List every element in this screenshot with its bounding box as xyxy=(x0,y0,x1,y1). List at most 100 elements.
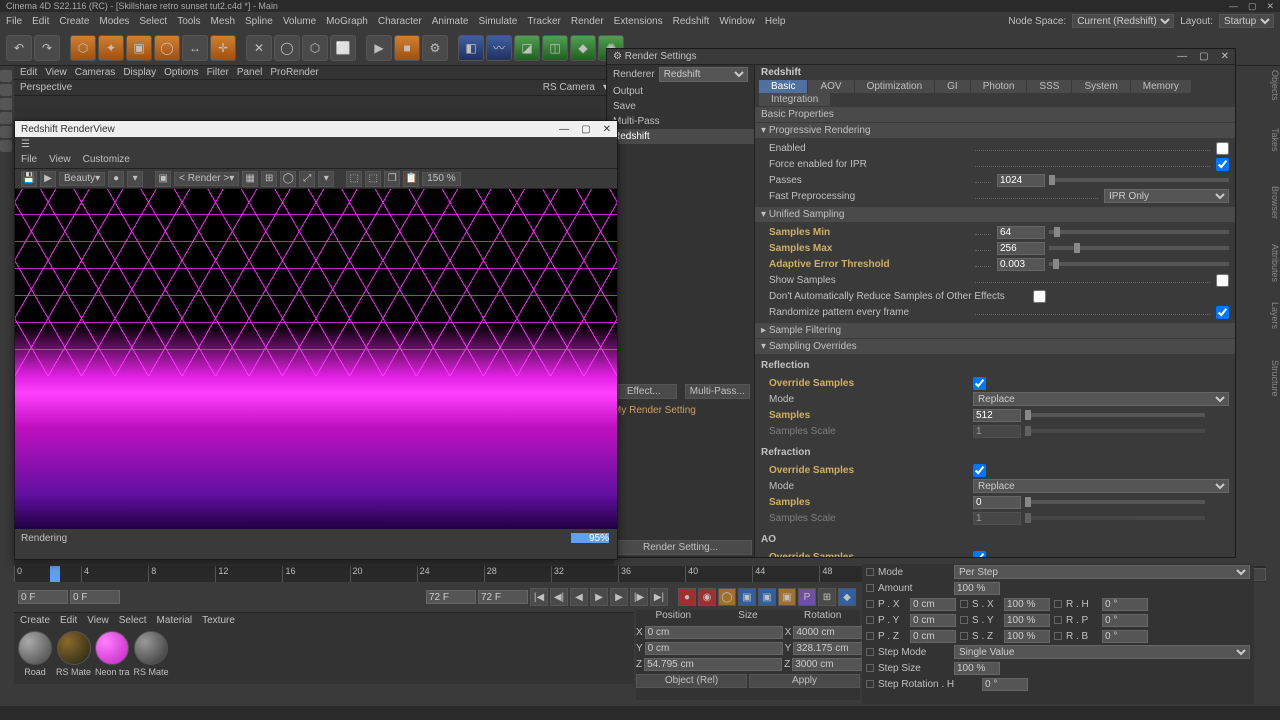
rv-zoom[interactable]: 150 % xyxy=(422,172,460,186)
rv-bucket-icon[interactable]: ▦ xyxy=(242,171,258,187)
material-rsmat1[interactable]: RS Mate xyxy=(56,631,91,677)
goto-end-icon[interactable]: ▶| xyxy=(650,588,668,606)
vp-menu-display[interactable]: Display xyxy=(123,67,156,78)
mat-menu-select[interactable]: Select xyxy=(119,615,147,626)
show-samples-checkbox[interactable] xyxy=(1216,274,1229,287)
spline-icon[interactable]: 〰 xyxy=(486,35,512,61)
tab-system[interactable]: System xyxy=(1072,80,1129,93)
rv-snap1-icon[interactable]: ⬚ xyxy=(346,171,362,187)
mat-menu-material[interactable]: Material xyxy=(157,615,193,626)
smin-input[interactable] xyxy=(997,226,1045,239)
node-space-select[interactable]: Current (Redshift) xyxy=(1072,14,1174,28)
rs-maximize-icon[interactable]: ▢ xyxy=(1199,51,1208,62)
mode-icon[interactable] xyxy=(0,112,12,124)
sy-input[interactable] xyxy=(1004,614,1050,627)
tree-multipass[interactable]: Multi-Pass xyxy=(607,114,754,129)
prog-enabled-checkbox[interactable] xyxy=(1216,142,1229,155)
rv-clipboard-icon[interactable]: 📋 xyxy=(403,171,419,187)
rb-input[interactable] xyxy=(1102,630,1148,643)
render-canvas[interactable] xyxy=(15,189,617,529)
frame-end2-input[interactable] xyxy=(478,590,528,604)
anim-dot-icon[interactable] xyxy=(960,600,968,608)
randomize-checkbox[interactable] xyxy=(1216,306,1229,319)
camera-name[interactable]: RS Camera xyxy=(543,82,595,93)
tab-layers[interactable]: Layers xyxy=(1266,302,1280,352)
section-progressive[interactable]: ▾ Progressive Rendering xyxy=(755,123,1235,138)
rv-menu-file[interactable]: File xyxy=(21,154,37,165)
prog-force-checkbox[interactable] xyxy=(1216,158,1229,171)
mode-icon[interactable] xyxy=(0,140,12,152)
rv-copy-icon[interactable]: ❐ xyxy=(384,171,400,187)
rv-menu-customize[interactable]: Customize xyxy=(83,154,130,165)
move-tool-icon[interactable]: ✦ xyxy=(98,35,124,61)
menu-tools[interactable]: Tools xyxy=(177,16,200,27)
rs-minimize-icon[interactable]: — xyxy=(1177,51,1187,62)
maximize-icon[interactable]: ▢ xyxy=(1248,1,1257,12)
refr-mode-select[interactable]: Replace xyxy=(973,479,1229,493)
tab-takes[interactable]: Takes xyxy=(1266,128,1280,178)
rot-key-icon[interactable]: ▣ xyxy=(778,588,796,606)
anim-dot-icon[interactable] xyxy=(866,680,874,688)
menu-simulate[interactable]: Simulate xyxy=(478,16,517,27)
refl-mode-select[interactable]: Replace xyxy=(973,392,1229,406)
anim-dot-icon[interactable] xyxy=(866,584,874,592)
rv-grid-icon[interactable]: ⊞ xyxy=(261,171,277,187)
stepmode-select[interactable]: Single Value xyxy=(954,645,1250,659)
mode-icon[interactable] xyxy=(0,84,12,96)
refl-samples-input[interactable] xyxy=(973,409,1021,422)
mat-menu-create[interactable]: Create xyxy=(20,615,50,626)
rv-more-icon[interactable]: ▾ xyxy=(127,171,143,187)
mode-icon[interactable] xyxy=(0,98,12,110)
anim-dot-icon[interactable] xyxy=(866,632,874,640)
mode-icon[interactable] xyxy=(0,70,12,82)
rotate-tool-icon[interactable]: ◯ xyxy=(154,35,180,61)
vp-menu-options[interactable]: Options xyxy=(164,67,198,78)
tab-sss[interactable]: SSS xyxy=(1027,80,1071,93)
menu-create[interactable]: Create xyxy=(59,16,89,27)
tab-objects[interactable]: Objects xyxy=(1266,70,1280,120)
menu-render[interactable]: Render xyxy=(571,16,604,27)
multipass-button[interactable]: Multi-Pass... xyxy=(685,384,751,399)
environment-icon[interactable]: ◆ xyxy=(570,35,596,61)
menu-modes[interactable]: Modes xyxy=(99,16,129,27)
aet-input[interactable] xyxy=(997,258,1045,271)
rh-input[interactable] xyxy=(1102,598,1148,611)
frame-start2-input[interactable] xyxy=(70,590,120,604)
anim-dot-icon[interactable] xyxy=(960,632,968,640)
play-icon[interactable]: ▶ xyxy=(590,588,608,606)
section-sampling-overrides[interactable]: ▾ Sampling Overrides xyxy=(755,339,1235,354)
tab-structure[interactable]: Structure xyxy=(1266,360,1280,410)
vp-menu-cameras[interactable]: Cameras xyxy=(75,67,116,78)
vp-menu-prorender[interactable]: ProRender xyxy=(270,67,318,78)
close-icon[interactable]: ✕ xyxy=(1266,1,1274,12)
mat-menu-edit[interactable]: Edit xyxy=(60,615,77,626)
refl-os-checkbox[interactable] xyxy=(973,377,986,390)
rv-rgb-icon[interactable]: ● xyxy=(108,171,124,187)
refr-samples-input[interactable] xyxy=(973,496,1021,509)
minimize-icon[interactable]: — xyxy=(1229,1,1238,12)
generator-icon[interactable]: ◪ xyxy=(514,35,540,61)
menu-tracker[interactable]: Tracker xyxy=(527,16,561,27)
pos-z-input[interactable] xyxy=(644,658,782,671)
rv-snap2-icon[interactable]: ⬚ xyxy=(365,171,381,187)
refr-os-checkbox[interactable] xyxy=(973,464,986,477)
next-key-icon[interactable]: |▶ xyxy=(630,588,648,606)
pos-y-input[interactable] xyxy=(645,642,783,655)
rv-region-icon[interactable]: ▣ xyxy=(155,171,171,187)
menu-extensions[interactable]: Extensions xyxy=(614,16,663,27)
render-view-icon[interactable]: ▶ xyxy=(366,35,392,61)
anim-dot-icon[interactable] xyxy=(866,616,874,624)
renderer-select[interactable]: Redshift xyxy=(659,67,748,82)
anim-dot-icon[interactable] xyxy=(960,616,968,624)
prog-fast-select[interactable]: IPR Only xyxy=(1104,189,1229,203)
tab-photon[interactable]: Photon xyxy=(971,80,1027,93)
redo-icon[interactable]: ↷ xyxy=(34,35,60,61)
dont-reduce-checkbox[interactable] xyxy=(1033,290,1046,303)
stepsize-input[interactable] xyxy=(954,662,1000,675)
rv-minimize-icon[interactable]: — xyxy=(559,124,569,135)
tree-redshift[interactable]: Redshift xyxy=(607,129,754,144)
rv-menu-view[interactable]: View xyxy=(49,154,71,165)
menu-window[interactable]: Window xyxy=(719,16,755,27)
rp-input[interactable] xyxy=(1102,614,1148,627)
menu-spline[interactable]: Spline xyxy=(245,16,273,27)
